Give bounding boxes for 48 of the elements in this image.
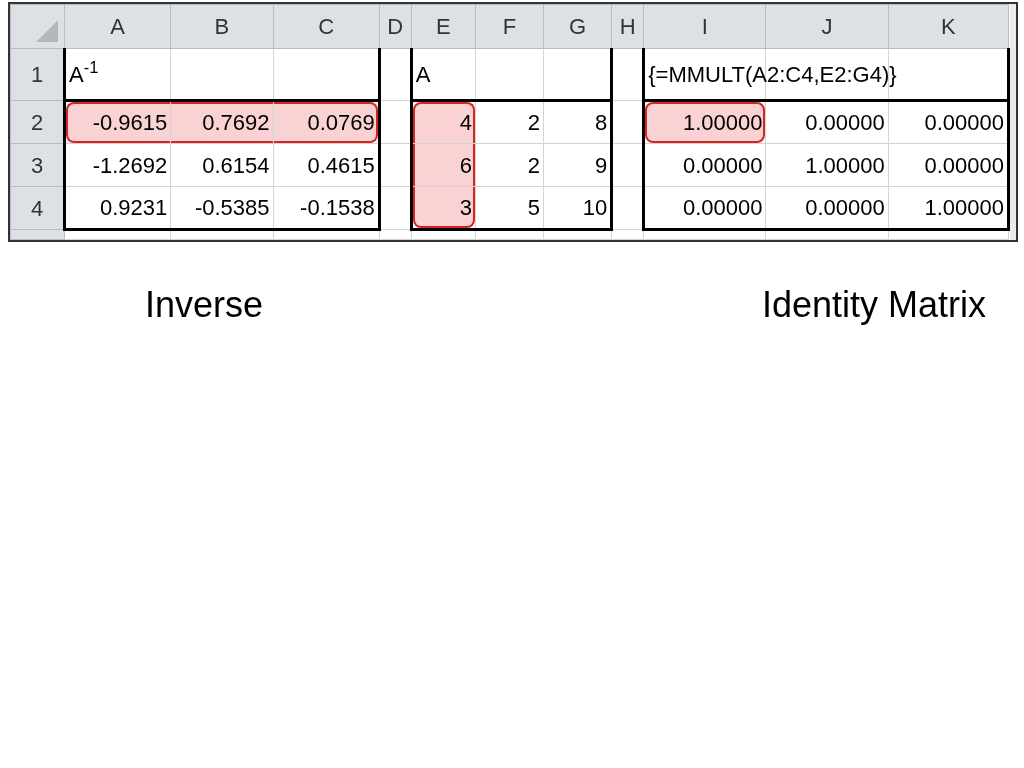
cell-value: 0.00000 (805, 194, 885, 222)
cell-value: 8 (594, 109, 608, 137)
row-header[interactable]: 3 (10, 143, 65, 187)
cell-value: A (415, 60, 431, 89)
cell-value: 3 (459, 194, 472, 222)
column-header[interactable]: G (543, 4, 612, 49)
cell-value: 0.0769 (307, 109, 375, 137)
cell-value: A$^{-1}$ (69, 57, 99, 89)
caption: Identity Matrix (761, 283, 986, 327)
cell-value: 2 (527, 109, 540, 137)
cell-value: 9 (594, 151, 608, 180)
cell-value: 10 (582, 194, 608, 222)
cell-value: 1.00000 (805, 151, 885, 180)
cell-value: 1.00000 (924, 194, 1004, 222)
select-all-icon[interactable] (36, 20, 59, 42)
column-header[interactable]: A (64, 4, 171, 49)
column-header[interactable]: I (643, 4, 766, 49)
row-header[interactable]: 1 (10, 48, 65, 101)
column-header[interactable]: E (411, 4, 476, 49)
column-header[interactable]: B (170, 4, 273, 49)
cell-value: 0.7692 (202, 109, 270, 137)
column-header[interactable]: K (888, 4, 1009, 49)
cell-value: 2 (527, 151, 540, 180)
cell-value: {=MMULT(A2:C4,E2:G4)} (648, 60, 897, 89)
cell-value: 4 (459, 109, 472, 137)
column-header[interactable]: J (765, 4, 889, 49)
column-header[interactable]: F (475, 4, 544, 49)
cell-value: 0.00000 (805, 109, 885, 137)
cell-value: 0.00000 (924, 109, 1004, 137)
cell-value: 0.6154 (202, 151, 270, 180)
cell-value: 0.00000 (682, 194, 763, 222)
cell-value: 0.9231 (100, 194, 168, 222)
cell-value: -0.5385 (194, 194, 270, 222)
column-header[interactable]: C (273, 4, 380, 49)
column-header[interactable]: D (379, 4, 412, 49)
row-header[interactable]: 4 (10, 186, 65, 230)
cell-value: 0.00000 (682, 151, 763, 180)
cell-value: -1.2692 (92, 151, 168, 180)
column-header[interactable]: H (611, 4, 644, 49)
cell-value: 6 (459, 151, 472, 180)
cell-value: 5 (527, 194, 540, 222)
caption: Inverse (144, 283, 264, 327)
cell-value: -0.9615 (92, 109, 168, 137)
row-header[interactable]: 2 (10, 100, 65, 144)
cell-value: 0.4615 (307, 151, 375, 180)
cell-value: 1.00000 (682, 109, 763, 137)
cell-value: -0.1538 (300, 194, 375, 222)
cell-value: 0.00000 (924, 151, 1004, 180)
